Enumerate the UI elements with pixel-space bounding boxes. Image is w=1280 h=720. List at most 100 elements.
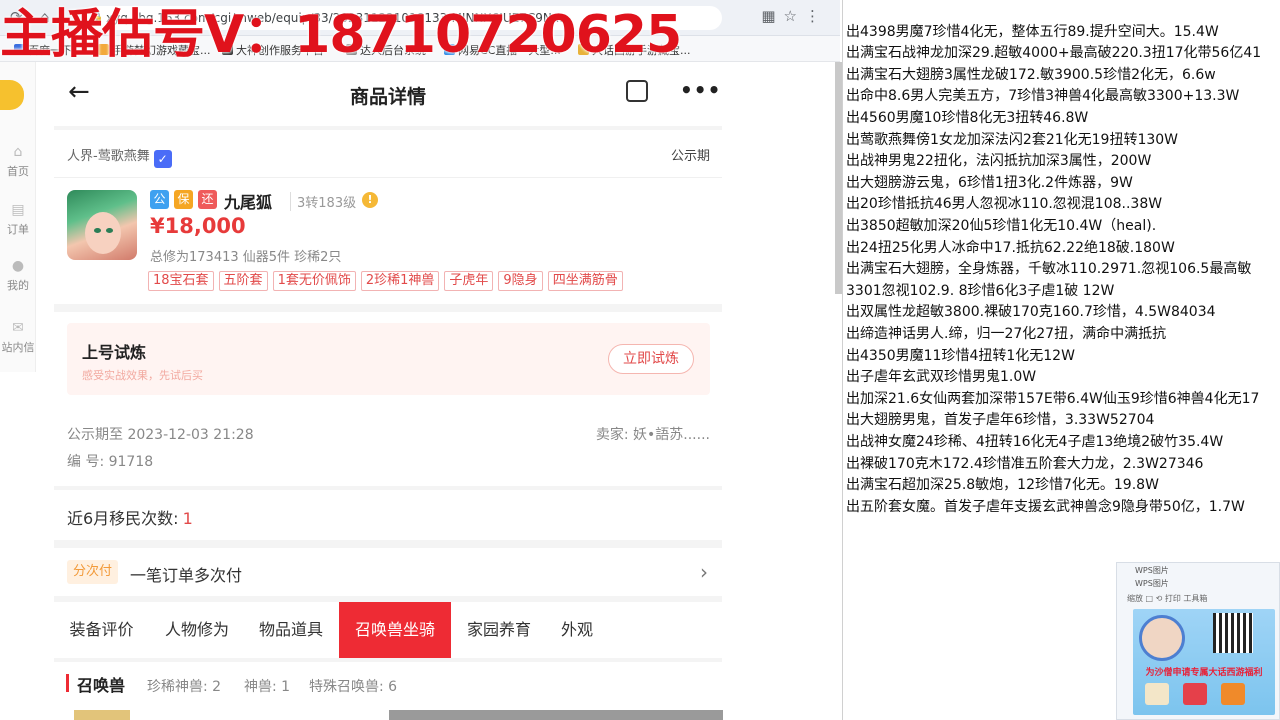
note-line: 出大翅膀男鬼，首发子虐年6珍惜，3.33W52704 [846, 412, 1155, 428]
note-line: 出战神女魔24珍稀、4扭转16化无4子虐13绝境2破竹35.4W [846, 434, 1224, 450]
character-avatar[interactable] [67, 190, 137, 260]
note-line: 出24扭25化男人冰命中17.抵抗62.22绝18破.180W [846, 240, 1175, 256]
gift-icon [1221, 683, 1245, 705]
promo-image[interactable]: 为沙僧申请专属大话西游福利 [1133, 609, 1275, 715]
note-line: 出双属性龙超敏3800.裸破170克160.7珍惜，4.5W84034 [846, 304, 1216, 320]
note-line: 出莺歌燕舞傍1女龙加深法闪2套21化无19扭转130W [846, 132, 1179, 148]
note-line: 出五阶套女魔。首发子虐年支援玄武神兽念9隐身带50亿，1.7W [846, 499, 1245, 515]
feature-chip: 1套无价佩饰 [272, 271, 356, 291]
note-line: 3301忽视102.9. 8珍惜6化3子虐1破 12W [846, 283, 1115, 299]
price: ¥18,000 [150, 214, 246, 238]
server-name: 人界-莺歌燕舞 ✓ [67, 145, 172, 168]
note-line: 出4398男魔7珍惜4化无，整体五行89.提升空间大。15.4W [846, 24, 1219, 40]
note-line: 出命中8.6男人完美五方，7珍惜3神兽4化最高敏3300+13.3W [846, 88, 1240, 104]
promo-text: 为沙僧申请专属大话西游福利 [1145, 668, 1263, 678]
verified-check-icon: ✓ [153, 150, 172, 168]
pet-thumbnail[interactable] [389, 710, 723, 720]
installment-card[interactable]: 分次付 一笔订单多次付 › [54, 548, 722, 596]
feature-chip: 五阶套 [218, 271, 268, 291]
character-illustration [1139, 615, 1185, 661]
trial-banner: 上号试炼 感受实战效果，先试后买 立即试炼 [67, 323, 710, 395]
serial-number: 编 号: 91718 [67, 454, 154, 470]
order-icon: ▤ [11, 202, 25, 218]
tab-appearance[interactable]: 外观 [547, 602, 607, 658]
sidebar-item-mine[interactable]: ● 我的 [0, 258, 36, 293]
divider [54, 177, 722, 178]
pet-stat: 神兽: 1 [244, 679, 291, 695]
share-icon[interactable] [626, 80, 648, 102]
tab-items[interactable]: 物品道具 [245, 602, 337, 658]
note-line: 出战神男鬼22扭化，法闪抵抗加深3属性，200W [846, 153, 1152, 169]
app-sidebar: ⌂ 首页 ▤ 订单 ● 我的 ✉ 站内信 [0, 62, 36, 372]
image-viewer-widget[interactable]: WPS图片 WPS图片 缩放 □ ⟲ 打印 工具箱 为沙僧申请专属大话西游福利 [1116, 562, 1280, 720]
feature-chip: 四坐满筋骨 [547, 271, 623, 291]
gift-icon [1183, 683, 1207, 705]
tag-refund: 还 [198, 190, 217, 209]
status-badge: 公示期 [670, 149, 710, 164]
note-line: 出裸破170克木172.4珍惜准五阶套大力龙，2.3W27346 [846, 456, 1204, 472]
page-header: ← 商品详情 ••• [54, 62, 722, 126]
note-line: 出满宝石大翅膀，全身炼器，千敏冰110.2971.忽视106.5最高敏 [846, 261, 1252, 277]
installment-badge: 分次付 [67, 560, 119, 584]
note-line: 出满宝石战神龙加深29.超敏4000+最高破220.3扭17化带56亿41 [846, 45, 1262, 61]
tab-home[interactable]: 家园养育 [453, 602, 545, 658]
note-line: 出大翅膀游云鬼，6珍惜1扭3化.2件炼器，9W [846, 175, 1133, 191]
character-name: 九尾狐 [224, 193, 273, 212]
sidebar-item-home[interactable]: ⌂ 首页 [0, 144, 36, 179]
character-level: 3转183级 [290, 192, 356, 211]
character-meta: 总修为173413 仙器5件 珍稀2只 [150, 250, 342, 265]
app-logo [0, 80, 24, 110]
pets-section: 召唤兽 珍稀神兽: 2 神兽: 1 特殊召唤兽: 6 [54, 662, 723, 720]
trial-title: 上号试炼 [82, 343, 147, 362]
tag-guarantee: 保 [174, 190, 193, 209]
try-now-button[interactable]: 立即试炼 [608, 344, 694, 374]
sidebar-item-messages[interactable]: ✉ 站内信 [0, 320, 36, 355]
notes-panel: 出4398男魔7珍惜4化无，整体五行89.提升空间大。15.4W 出满宝石战神龙… [846, 22, 1280, 522]
avatar-eye [106, 228, 113, 233]
feature-chip: 9隐身 [498, 271, 543, 291]
trial-card: 上号试炼 感受实战效果，先试后买 立即试炼 [54, 312, 722, 486]
more-dots-icon[interactable]: ••• [680, 78, 721, 102]
tab-equipment-review[interactable]: 装备评价 [54, 602, 149, 658]
avatar-face [85, 212, 121, 254]
sidebar-item-orders[interactable]: ▤ 订单 [0, 202, 36, 237]
pet-stat: 珍稀神兽: 2 [147, 679, 222, 695]
note-line: 出3850超敏加深20仙5珍惜1化无10.4W（heal). [846, 218, 1157, 234]
screen: { "overlay": { "text": "主播估号V：1871072062… [0, 0, 1280, 720]
pets-title: 召唤兽 [77, 676, 126, 695]
note-line: 出满宝石大翅膀3属性龙破172.敏3900.5珍惜2化无，6.6w [846, 67, 1216, 83]
avatar-eye [94, 228, 101, 233]
product-page: ← 商品详情 ••• 人界-莺歌燕舞 ✓ 公示期 公 保 还 九尾狐 3转183级… [54, 62, 723, 720]
pet-thumbnail[interactable] [74, 710, 130, 720]
migration-card: 近6月移民次数: 1 [54, 490, 722, 540]
chevron-right-icon: › [700, 560, 708, 584]
page-title: 商品详情 [349, 86, 426, 108]
product-summary-card: 人界-莺歌燕舞 ✓ 公示期 公 保 还 九尾狐 3转183级 ! ¥18,000 … [54, 130, 722, 304]
widget-titlebar: WPS图片 [1135, 579, 1169, 588]
installment-text: 一笔订单多次付 [130, 566, 243, 585]
qr-code [1213, 613, 1253, 653]
streamer-overlay-text: 主播估号V：18710720625 [0, 5, 682, 65]
migration-count: 近6月移民次数: 1 [67, 509, 193, 528]
pet-stat: 特殊召唤兽: 6 [309, 679, 398, 695]
note-line: 出加深21.6女仙两套加深带157E带6.4W仙玉9珍惜6神兽4化无17 [846, 391, 1260, 407]
detail-tabs: 装备评价 人物修为 物品道具 召唤兽坐骑 家园养育 外观 [54, 602, 722, 658]
widget-toolbar[interactable]: 缩放 □ ⟲ 打印 工具箱 [1117, 593, 1280, 607]
note-line: 出缔造神话男人.缔，归一27化27扭，满命中满抵抗 [846, 326, 1167, 342]
tab-character-cultivation[interactable]: 人物修为 [151, 602, 243, 658]
info-icon[interactable]: ! [362, 192, 378, 208]
tag-public: 公 [150, 190, 169, 209]
seller-name[interactable]: 卖家: 妖•語苏...... [596, 424, 710, 444]
mail-icon: ✉ [12, 320, 24, 336]
note-line: 出子虐年玄武双珍惜男鬼1.0W [846, 369, 1037, 385]
feature-chip: 2珍稀1神兽 [360, 271, 440, 291]
note-line: 出4350男魔11珍惜4扭转1化无12W [846, 348, 1075, 364]
trial-subtitle: 感受实战效果，先试后买 [82, 369, 203, 382]
note-line: 出满宝石超加深25.8敏炮，12珍惜7化无。19.8W [846, 477, 1159, 493]
feature-chip: 18宝石套 [148, 271, 214, 291]
note-line: 出4560男魔10珍惜8化无3扭转46.8W [846, 110, 1089, 126]
tab-pets-mounts[interactable]: 召唤兽坐骑 [339, 602, 451, 658]
section-accent-bar [66, 674, 69, 692]
gift-icon [1145, 683, 1169, 705]
browser-toolbar-icons[interactable]: ▦☆⋮ [761, 7, 828, 25]
